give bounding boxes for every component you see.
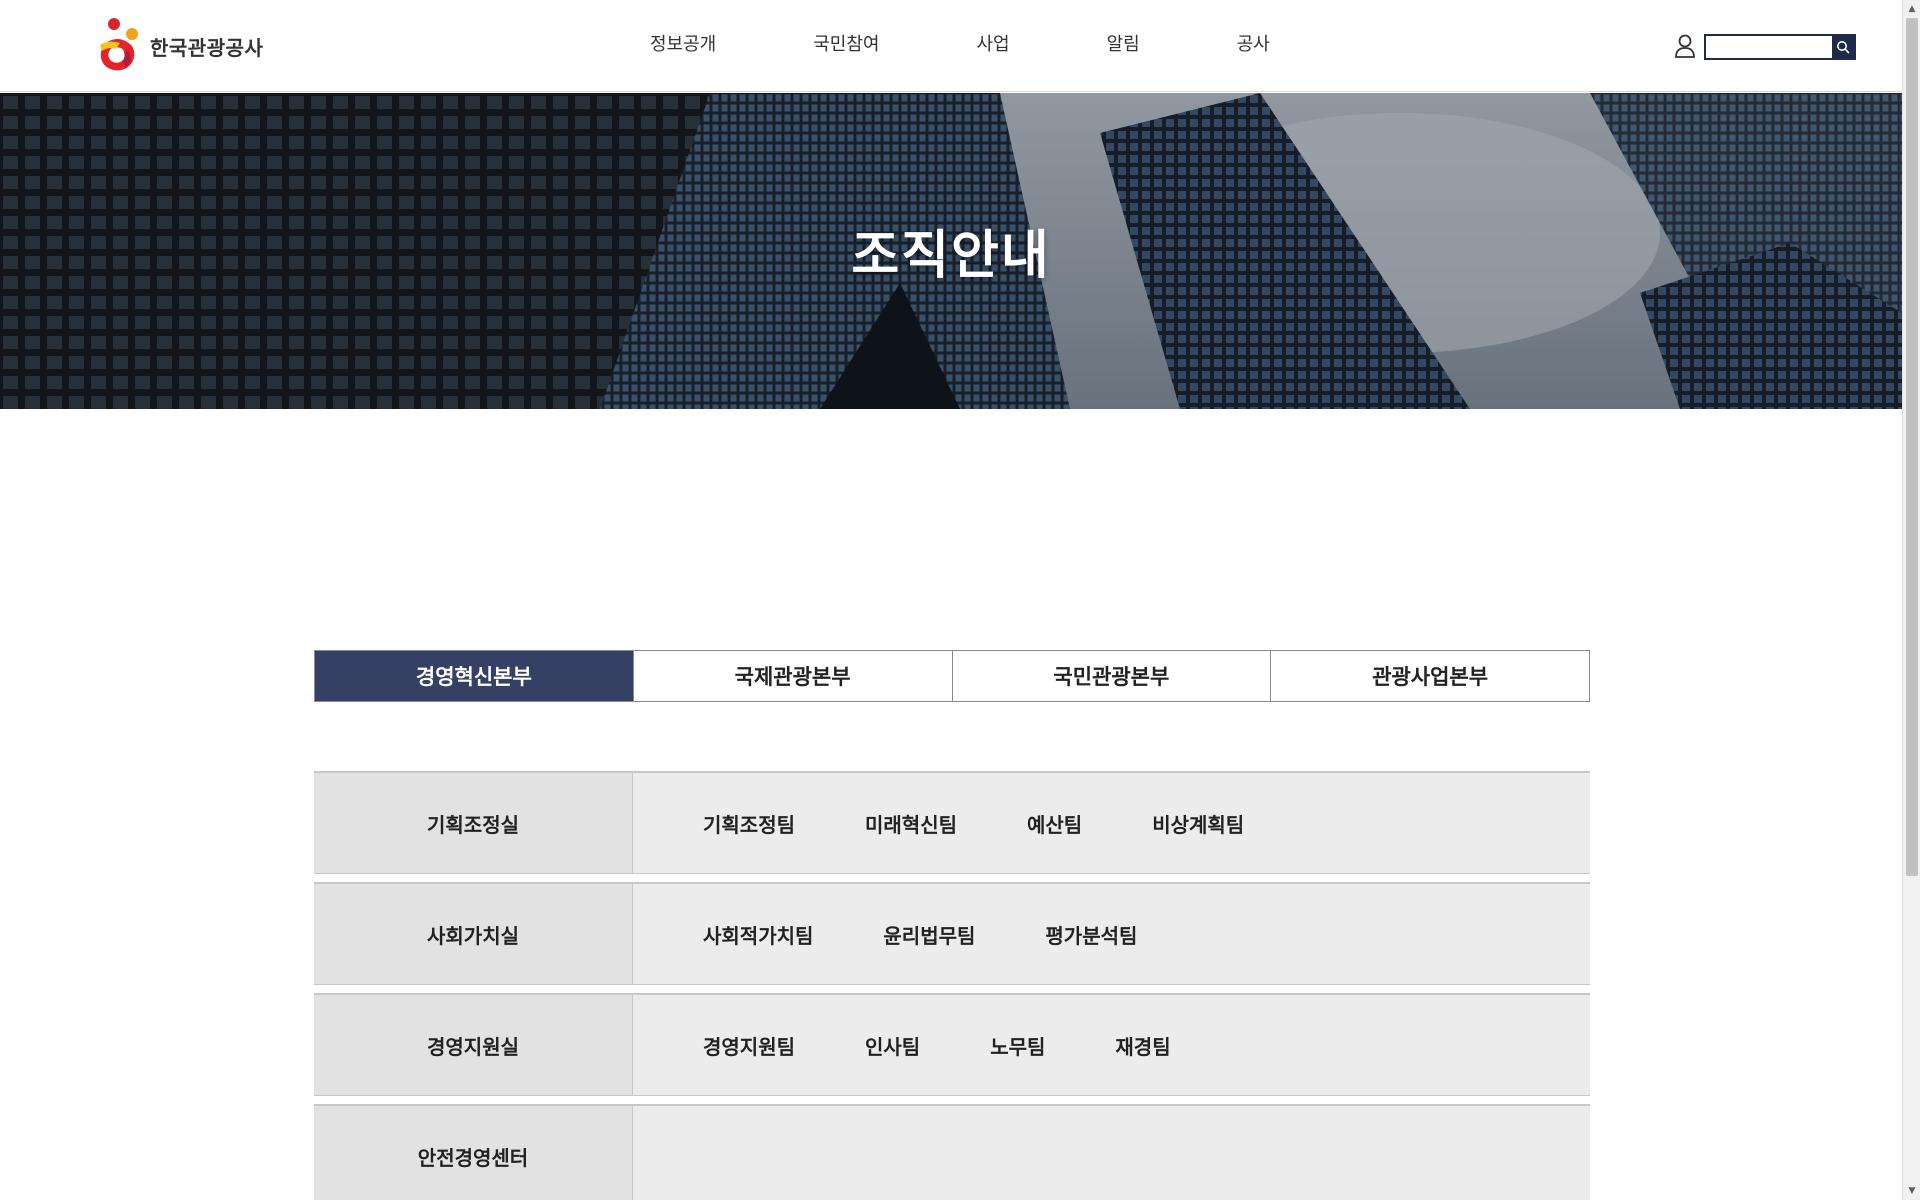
- team-item[interactable]: 재경팀: [1115, 1031, 1170, 1060]
- team-item[interactable]: 평가분석팀: [1045, 920, 1137, 949]
- logo-text: 한국관광공사: [150, 35, 264, 60]
- division-tabs: 경영혁신본부 국제관광본부 국민관광본부 관광사업본부: [314, 650, 1590, 702]
- team-list: 사회적가치팀 윤리법무팀 평가분석팀: [633, 884, 1590, 984]
- team-item[interactable]: 인사팀: [865, 1031, 920, 1060]
- search-box: [1704, 34, 1856, 60]
- team-item[interactable]: 예산팀: [1027, 809, 1082, 838]
- scroll-thumb[interactable]: [1906, 18, 1918, 876]
- hero-banner: 조직안내: [0, 93, 1902, 409]
- scroll-up-arrow-icon[interactable]: ▲: [1903, 0, 1920, 18]
- page-title: 조직안내: [851, 226, 1051, 286]
- team-item[interactable]: 사회적가치팀: [703, 920, 813, 949]
- team-item[interactable]: 경영지원팀: [703, 1031, 795, 1060]
- tab-domestic-tourism[interactable]: 국민관광본부: [951, 651, 1271, 701]
- search-icon: [1837, 41, 1850, 54]
- team-item[interactable]: 윤리법무팀: [883, 920, 975, 949]
- user-icon[interactable]: [1674, 34, 1696, 58]
- nav-item-public-participation[interactable]: 국민참여: [813, 30, 879, 56]
- logo-mark-icon: [100, 18, 138, 71]
- nav-item-business[interactable]: 사업: [977, 30, 1010, 56]
- org-table: 기획조정실 기획조정팀 미래혁신팀 예산팀 비상계획팀 사회가치실 사회적가치팀…: [314, 771, 1590, 1200]
- logo[interactable]: 한국관광공사: [92, 16, 263, 76]
- office-name: 경영지원실: [314, 995, 633, 1095]
- org-row: 경영지원실 경영지원팀 인사팀 노무팀 재경팀: [314, 993, 1590, 1096]
- main-nav: 정보공개 국민참여 사업 알림 공사: [650, 30, 1270, 56]
- team-item[interactable]: 미래혁신팀: [865, 809, 957, 838]
- org-row: 사회가치실 사회적가치팀 윤리법무팀 평가분석팀: [314, 882, 1590, 985]
- team-list: 경영지원팀 인사팀 노무팀 재경팀: [633, 995, 1590, 1095]
- tab-international-tourism[interactable]: 국제관광본부: [632, 651, 952, 701]
- tab-management-innovation[interactable]: 경영혁신본부: [315, 651, 633, 701]
- nav-item-corporation[interactable]: 공사: [1237, 30, 1270, 56]
- team-item[interactable]: 노무팀: [990, 1031, 1045, 1060]
- site-header: 한국관광공사 정보공개 국민참여 사업 알림 공사: [0, 0, 1902, 92]
- office-name: 기획조정실: [314, 773, 633, 873]
- team-list: [633, 1106, 1590, 1200]
- nav-item-notice[interactable]: 알림: [1107, 30, 1140, 56]
- search-input[interactable]: [1706, 36, 1832, 58]
- search-button[interactable]: [1832, 36, 1854, 58]
- team-item[interactable]: 비상계획팀: [1152, 809, 1244, 838]
- team-item[interactable]: 기획조정팀: [703, 809, 795, 838]
- org-row: 기획조정실 기획조정팀 미래혁신팀 예산팀 비상계획팀: [314, 771, 1590, 874]
- tab-tourism-business[interactable]: 관광사업본부: [1270, 651, 1589, 701]
- team-list: 기획조정팀 미래혁신팀 예산팀 비상계획팀: [633, 773, 1590, 873]
- nav-item-info-disclosure[interactable]: 정보공개: [650, 30, 716, 56]
- office-name: 사회가치실: [314, 884, 633, 984]
- office-name: 안전경영센터: [314, 1106, 633, 1200]
- scroll-down-arrow-icon[interactable]: ▼: [1903, 1182, 1920, 1200]
- org-row: 안전경영센터: [314, 1104, 1590, 1200]
- page-scrollbar[interactable]: ▲ ▼: [1902, 0, 1920, 1200]
